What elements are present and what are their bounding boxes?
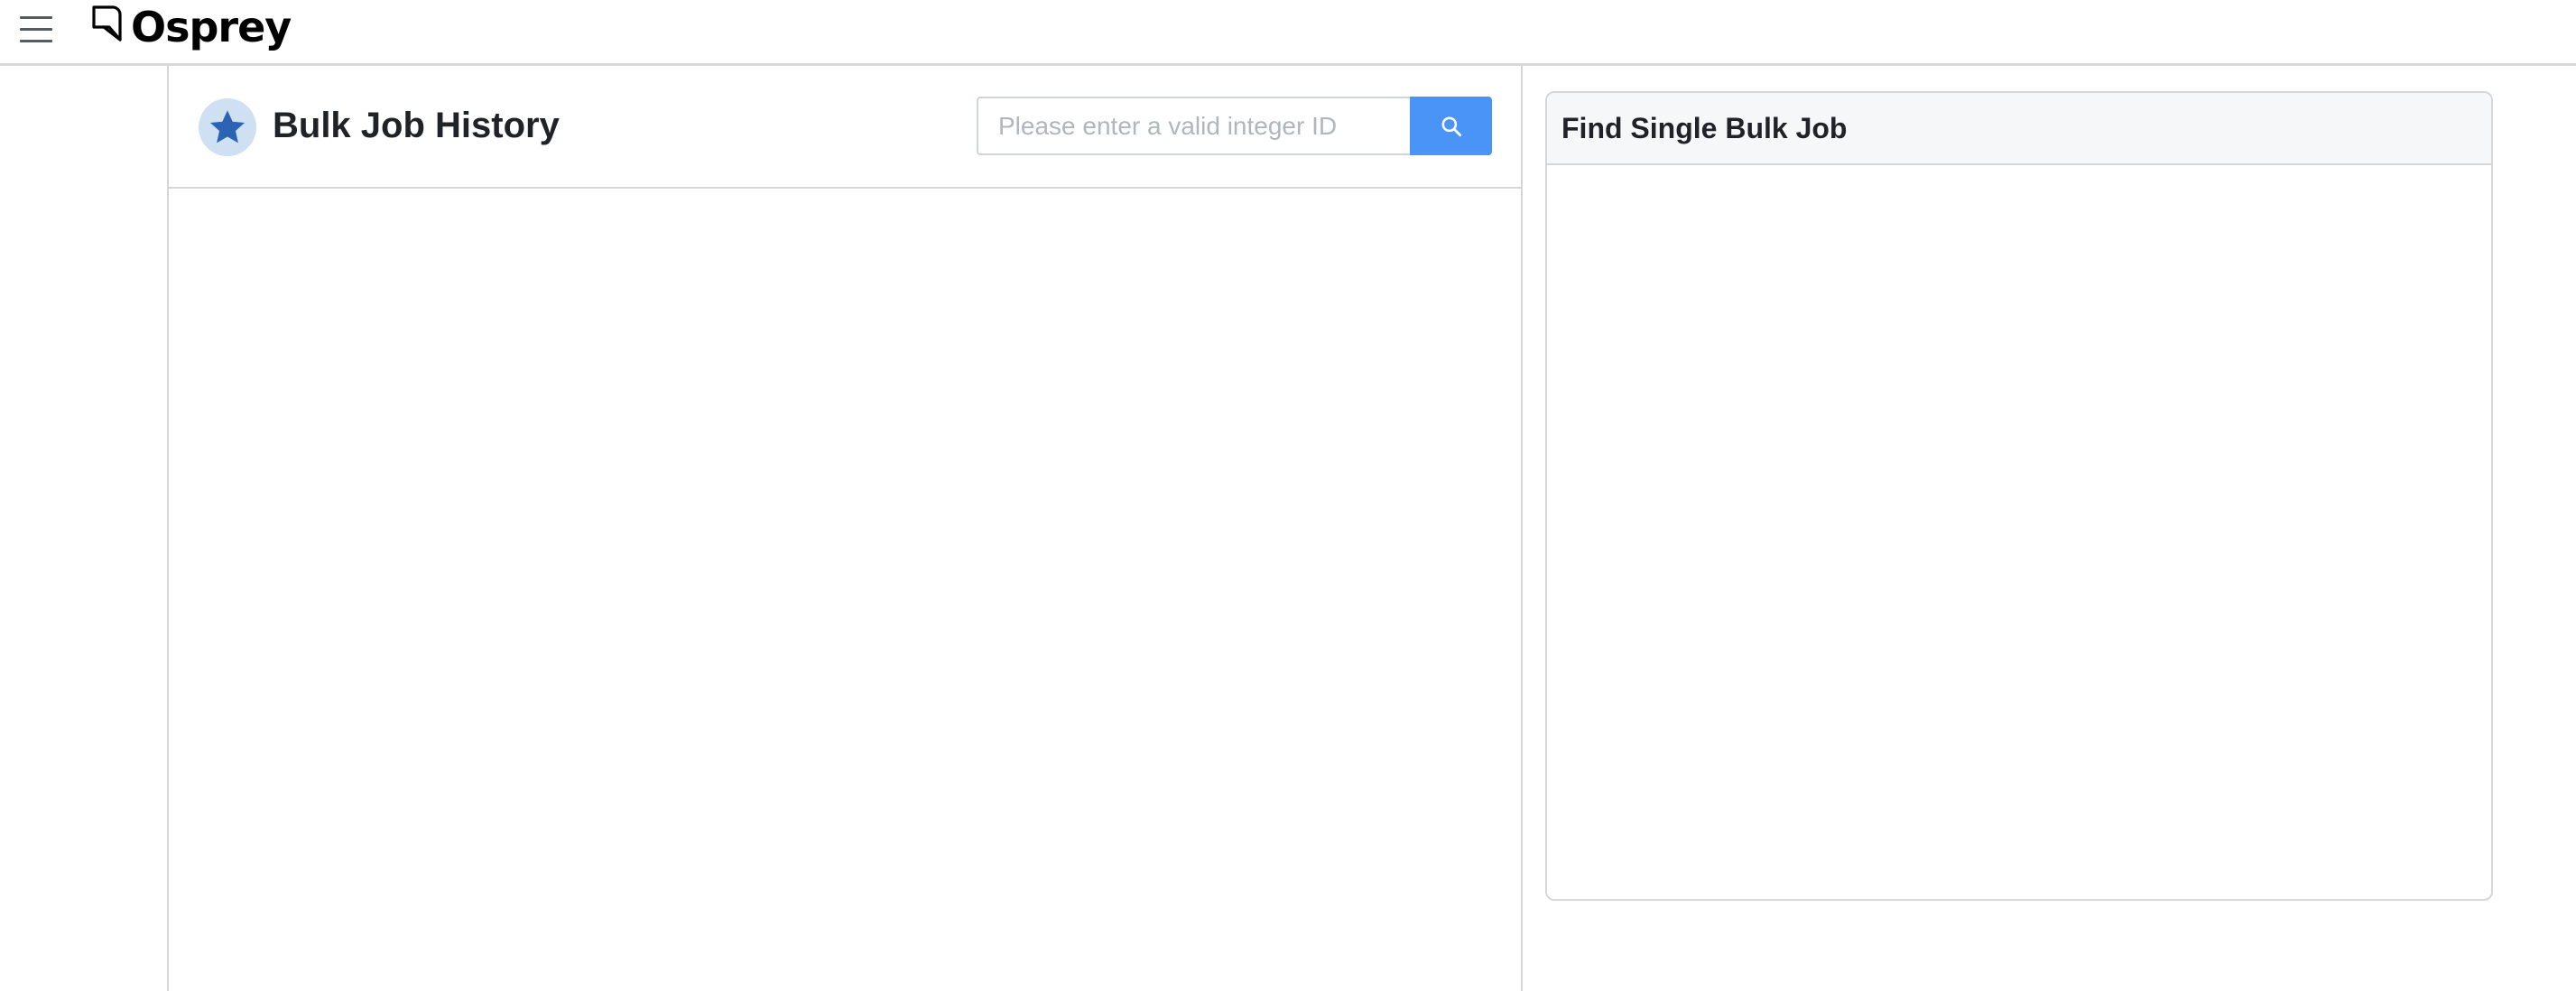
card-title: Find Single Bulk Job bbox=[1561, 111, 1848, 144]
osprey-logo-icon bbox=[92, 5, 122, 42]
search-group bbox=[977, 97, 1492, 155]
brand-name: Osprey bbox=[131, 3, 292, 51]
menu-line bbox=[20, 28, 52, 31]
job-id-search-input[interactable] bbox=[977, 97, 1410, 155]
menu-line bbox=[20, 16, 52, 19]
brand-link[interactable]: Osprey bbox=[91, 2, 292, 52]
search-icon bbox=[1441, 116, 1461, 136]
menu-line bbox=[20, 40, 52, 42]
bulk-job-history-panel: Bulk Job History bbox=[167, 66, 1523, 991]
panel-header: Bulk Job History bbox=[169, 66, 1521, 189]
page-title: Bulk Job History bbox=[273, 106, 560, 145]
top-navbar: Osprey bbox=[0, 0, 2576, 66]
search-button[interactable] bbox=[1410, 97, 1492, 155]
star-badge bbox=[199, 98, 256, 156]
star-icon bbox=[209, 110, 246, 144]
hamburger-menu-icon[interactable] bbox=[20, 16, 52, 43]
find-single-bulk-job-card: Find Single Bulk Job bbox=[1545, 91, 2493, 901]
card-body bbox=[1547, 165, 2491, 899]
card-header: Find Single Bulk Job bbox=[1547, 93, 2491, 165]
